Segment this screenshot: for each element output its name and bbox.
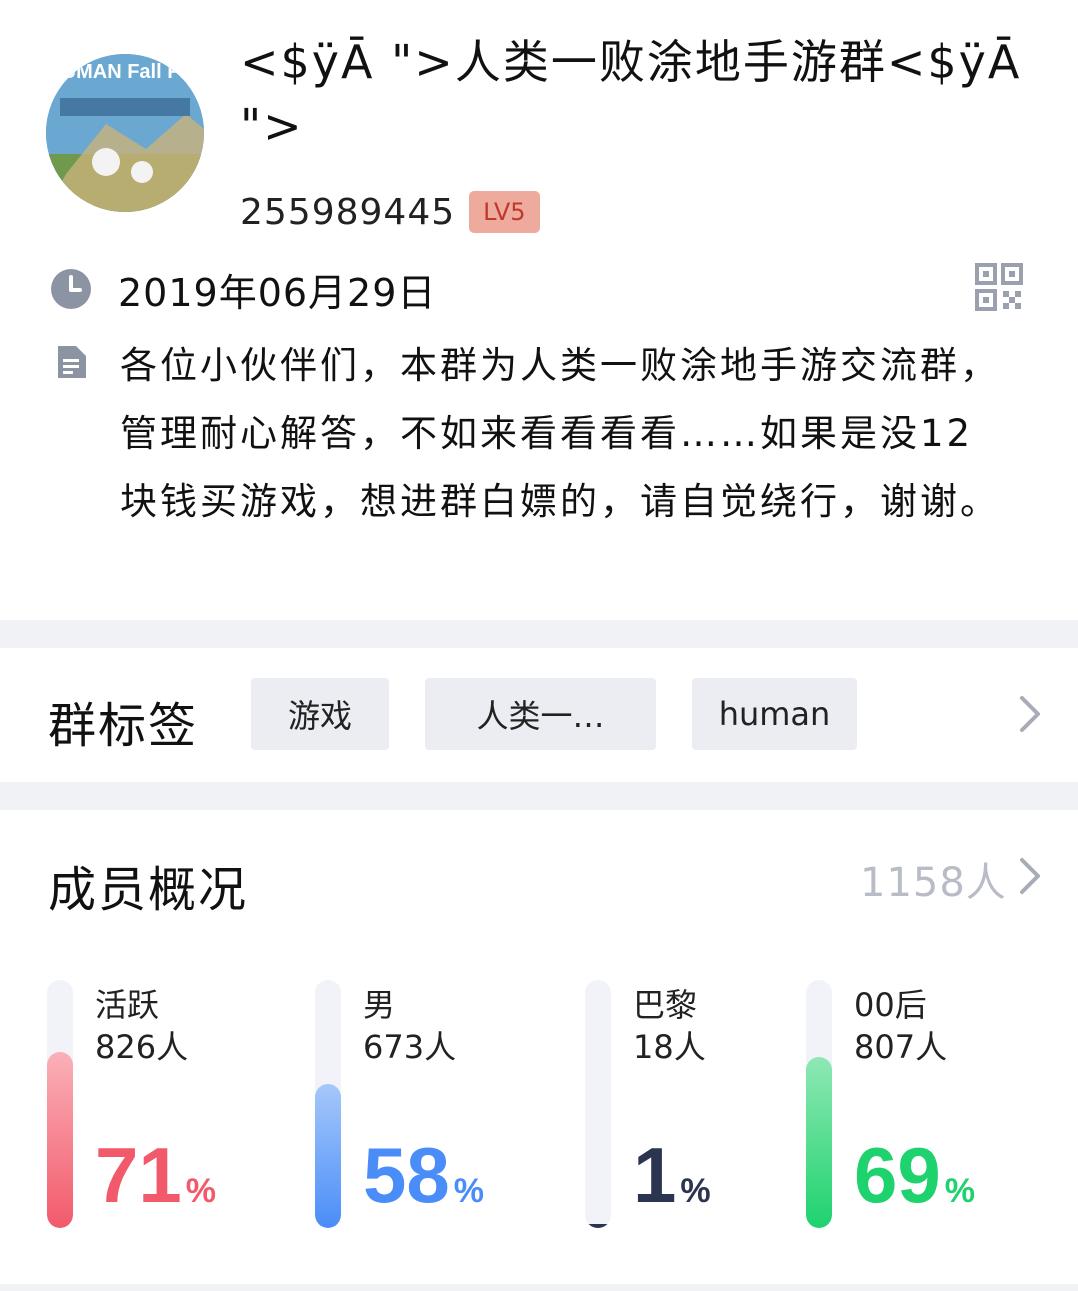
- chevron-right-icon[interactable]: [1016, 694, 1044, 734]
- members-section-title: 成员概况: [48, 862, 249, 918]
- qr-code-icon[interactable]: [974, 262, 1024, 312]
- section-divider: [0, 620, 1078, 648]
- stat-bar-fill: [585, 1224, 611, 1228]
- stat-percent-unit: %: [185, 1172, 216, 1210]
- avatar-logo-text: HUMAN Fall Flat: [47, 61, 203, 83]
- stat-percent-unit: %: [680, 1172, 711, 1210]
- stat-percent: 1%: [633, 1130, 711, 1236]
- tag-human[interactable]: human: [692, 678, 857, 750]
- group-id-row: 255989445 LV5: [240, 188, 540, 236]
- member-count[interactable]: 1158人: [860, 850, 1007, 908]
- group-avatar[interactable]: HUMAN Fall Flat: [46, 54, 204, 212]
- stat-percent-unit: %: [944, 1172, 975, 1210]
- document-icon: [58, 346, 86, 378]
- group-title: <$ÿĀ ">人类一败涂地手游群<$ÿĀ ">: [240, 35, 1022, 153]
- tags-section-title: 群标签: [48, 698, 199, 754]
- stat-percent-value: 1: [633, 1131, 677, 1219]
- tag-game[interactable]: 游戏: [251, 678, 389, 750]
- stat-count: 18人: [633, 1028, 706, 1066]
- stat-percent-value: 58: [363, 1131, 450, 1219]
- stat-location[interactable]: 巴黎 18人 1%: [585, 980, 785, 1230]
- stat-label: 活跃: [95, 986, 160, 1024]
- group-id: 255989445: [240, 191, 456, 233]
- stat-label: 巴黎: [633, 986, 698, 1024]
- stat-age-00s[interactable]: 00后 807人 69%: [806, 980, 1026, 1230]
- stat-count: 807人: [854, 1028, 948, 1066]
- stat-bar-fill: [315, 1084, 341, 1228]
- stat-male[interactable]: 男 673人 58%: [315, 980, 535, 1230]
- stat-count: 673人: [363, 1028, 457, 1066]
- stat-percent-unit: %: [453, 1172, 484, 1210]
- stat-count: 826人: [95, 1028, 189, 1066]
- stat-active[interactable]: 活跃 826人 71%: [47, 980, 267, 1230]
- tag-human-fall-flat[interactable]: 人类一…: [425, 678, 656, 750]
- group-description: 各位小伙伴们，本群为人类一败涂地手游交流群，管理耐心解答，不如来看看看看……如果…: [120, 344, 1000, 523]
- level-badge: LV5: [469, 191, 540, 233]
- stat-bar-track: [806, 980, 832, 1228]
- chevron-right-icon[interactable]: [1016, 856, 1044, 896]
- stat-label: 男: [363, 986, 396, 1024]
- stat-percent-value: 69: [854, 1131, 941, 1219]
- stat-bar-fill: [806, 1057, 832, 1228]
- stat-percent: 58%: [363, 1130, 484, 1236]
- stat-bar-track: [47, 980, 73, 1228]
- stat-bar-track: [585, 980, 611, 1228]
- stat-percent: 71%: [95, 1130, 216, 1236]
- avatar-image: HUMAN Fall Flat: [46, 54, 204, 212]
- bottom-divider: [0, 1284, 1078, 1291]
- stat-bar-track: [315, 980, 341, 1228]
- stat-bar-fill: [47, 1052, 73, 1228]
- stat-percent-value: 71: [95, 1131, 182, 1219]
- creation-date: 2019年06月29日: [118, 271, 437, 315]
- section-divider: [0, 782, 1078, 810]
- stat-percent: 69%: [854, 1130, 975, 1236]
- stat-label: 00后: [854, 986, 927, 1024]
- clock-icon: [51, 269, 91, 309]
